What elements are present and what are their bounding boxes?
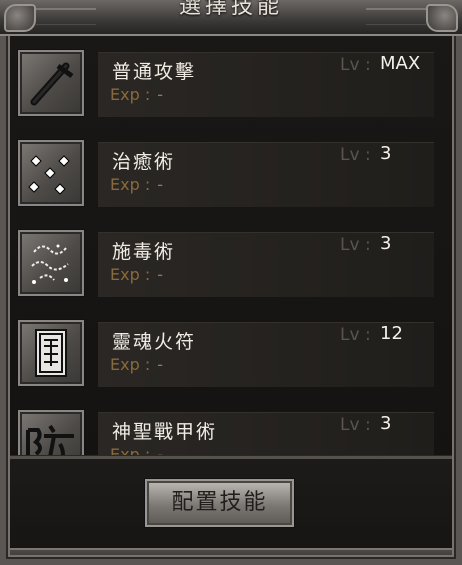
skill-exp: Exp : - (110, 445, 164, 456)
level-label: Lv : (340, 415, 371, 435)
skill-info-bar: 普通攻擊 Exp : - Lv : MAX (98, 52, 434, 117)
skill-row-healing[interactable]: 治癒術 Exp : - Lv : 3 (14, 134, 434, 214)
skill-info-bar: 施毒術 Exp : - Lv : 3 (98, 232, 434, 297)
level-value: MAX (380, 53, 421, 74)
level-value: 12 (380, 323, 403, 344)
skill-row-holy-armor[interactable]: 神聖戰甲術 Exp : - Lv : 3 (14, 404, 434, 456)
skill-row-soul-talisman[interactable]: 靈魂火符 Exp : - Lv : 12 (14, 314, 434, 394)
skill-exp: Exp : - (110, 355, 164, 374)
level-value: 3 (380, 143, 392, 164)
level-label: Lv : (340, 55, 371, 75)
skill-name: 治癒術 (112, 151, 176, 173)
level-value: 3 (380, 413, 392, 434)
corner-ornament-icon (426, 4, 458, 32)
bottom-trim (0, 548, 462, 565)
level-value: 3 (380, 233, 392, 254)
skill-name: 靈魂火符 (112, 331, 197, 353)
configure-skills-button[interactable]: 配置技能 (145, 479, 294, 527)
sparkle-diamonds-icon (18, 140, 84, 206)
panel-footer: 配置技能 (0, 456, 462, 565)
poison-swirl-icon (18, 230, 84, 296)
skill-name: 神聖戰甲術 (112, 421, 218, 443)
skill-info-bar: 靈魂火符 Exp : - Lv : 12 (98, 322, 434, 387)
skill-row-basic-attack[interactable]: 普通攻擊 Exp : - Lv : MAX (14, 44, 434, 124)
skill-panel: 選擇技能 普通攻擊 Exp : - Lv : MAX 治癒術 Exp: - L… (0, 0, 462, 565)
skill-exp: Exp : - (110, 85, 164, 104)
level-label: Lv : (340, 325, 371, 345)
level-label: Lv : (340, 235, 371, 255)
skill-name: 施毒術 (112, 241, 176, 263)
header-trim (366, 8, 426, 25)
skill-exp: Exp : - (110, 265, 164, 284)
defense-rune-icon (18, 410, 84, 456)
skill-row-poison[interactable]: 施毒術 Exp : - Lv : 3 (14, 224, 434, 304)
sword-icon (18, 50, 84, 116)
skill-exp: Exp : - (110, 175, 164, 194)
panel-header: 選擇技能 (0, 0, 462, 36)
skill-info-bar: 治癒術 Exp : - Lv : 3 (98, 142, 434, 207)
skill-name: 普通攻擊 (112, 61, 197, 83)
skill-list[interactable]: 普通攻擊 Exp : - Lv : MAX 治癒術 Exp: - Lv: 3… (14, 40, 434, 456)
talisman-icon (18, 320, 84, 386)
skill-info-bar: 神聖戰甲術 Exp : - Lv : 3 (98, 412, 434, 456)
level-label: Lv : (340, 145, 371, 165)
